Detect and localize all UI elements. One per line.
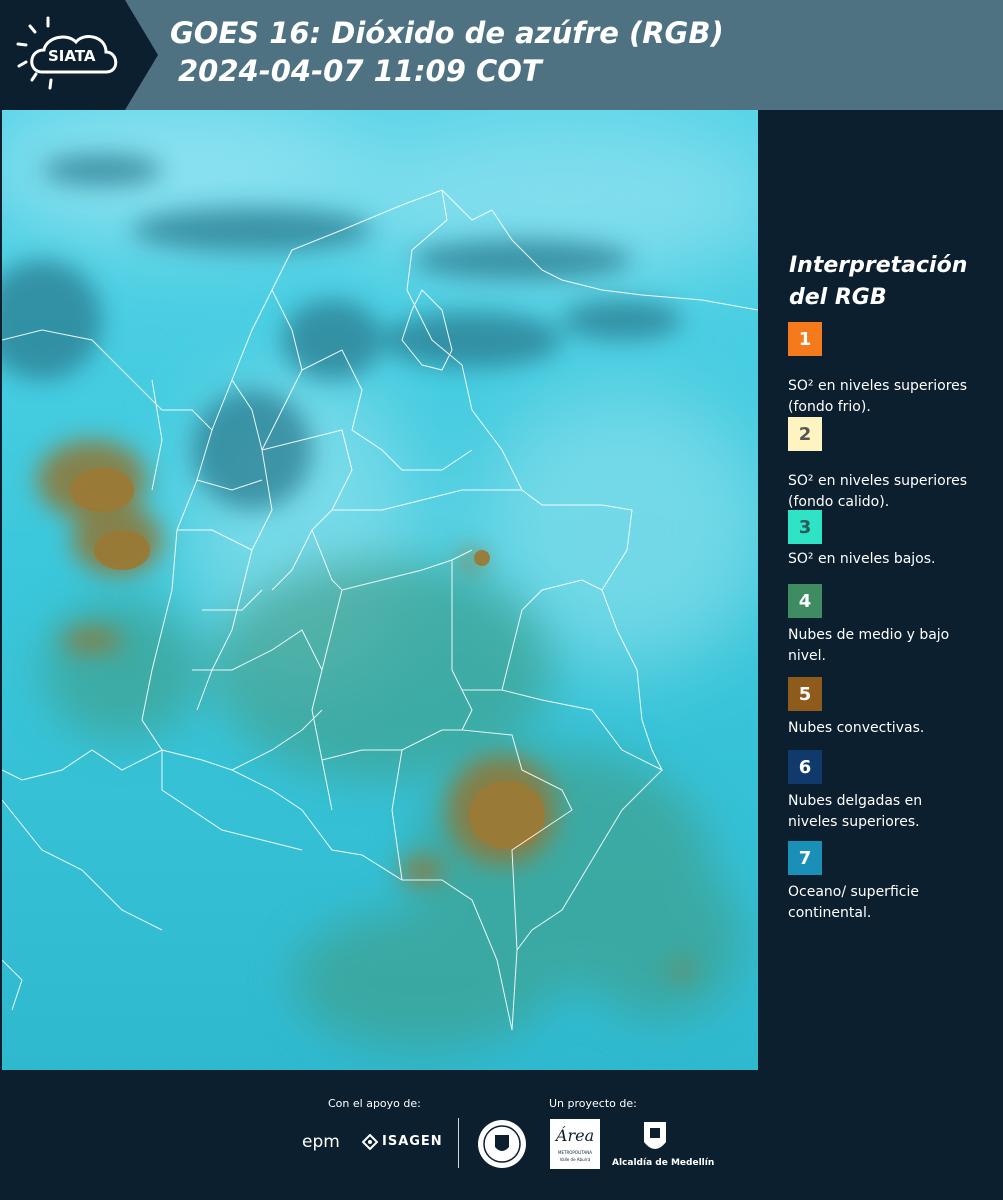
project-label: Un proyecto de: — [549, 1097, 637, 1110]
legend-swatch-3: 3 — [788, 510, 822, 544]
legend-item-1: 1 SO² en niveles superiores (fondo frio)… — [788, 322, 998, 418]
header-bar: SIATA GOES 16: Dióxido de azúfre (RGB) 2… — [0, 0, 1003, 110]
legend-text-3: SO² en niveles bajos. — [788, 551, 936, 567]
legend-text-6: Nubes delgadas en niveles superiores. — [788, 793, 923, 830]
satellite-rgb-map — [2, 110, 758, 1070]
alcaldia-label: Alcaldía de Medellín — [612, 1158, 715, 1168]
legend-item-2: 2 SO² en niveles superiores (fondo calid… — [788, 417, 998, 513]
alcaldia-shield-icon — [640, 1118, 670, 1158]
footer: Con el apoyo de: Un proyecto de: epm ISA… — [0, 1070, 1003, 1200]
legend-text-7: Oceano/ superficie continental. — [788, 884, 919, 921]
isagen-logo: ISAGEN — [382, 1134, 443, 1149]
area-metropolitana-logo: Área METROPOLITANA Valle de Aburrá — [550, 1119, 600, 1169]
legend-swatch-4: 4 — [788, 584, 822, 618]
legend-item-3: 3 SO² en niveles bajos. — [788, 510, 998, 570]
area-logo-sub2: Valle de Aburrá — [559, 1157, 591, 1162]
legend-swatch-5: 5 — [788, 677, 822, 711]
legend-text-2: SO² en niveles superiores (fondo calido)… — [788, 473, 968, 510]
legend-text-1: SO² en niveles superiores (fondo frio). — [788, 378, 968, 415]
support-label: Con el apoyo de: — [328, 1097, 421, 1110]
siata-logo-text: SIATA — [48, 47, 96, 65]
legend-title: Interpretación del RGB — [789, 253, 968, 310]
area-logo-sub1: METROPOLITANA — [558, 1150, 592, 1155]
footer-divider — [458, 1118, 459, 1168]
legend-swatch-1: 1 — [788, 322, 822, 356]
isagen-icon — [361, 1133, 379, 1151]
epm-logo: epm — [302, 1132, 340, 1152]
siata-logo: SIATA — [14, 14, 126, 94]
legend-text-4: Nubes de medio y bajo nivel. — [788, 627, 950, 664]
legend-item-6: 6 Nubes delgadas en niveles superiores. — [788, 750, 998, 833]
area-logo-main: Área — [555, 1126, 595, 1145]
legend-swatch-7: 7 — [788, 841, 822, 875]
legend-item-4: 4 Nubes de medio y bajo nivel. — [788, 584, 998, 667]
legend-item-5: 5 Nubes convectivas. — [788, 677, 998, 739]
legend-item-7: 7 Oceano/ superficie continental. — [788, 841, 998, 924]
legend-text-5: Nubes convectivas. — [788, 720, 925, 736]
page-subtitle-datetime: 2024-04-07 11:09 COT — [178, 54, 542, 88]
page-title: GOES 16: Dióxido de azúfre (RGB) — [170, 16, 724, 50]
legend-swatch-6: 6 — [788, 750, 822, 784]
rgb-legend-panel: Interpretación del RGB 1 SO² en niveles … — [760, 110, 1003, 1070]
medellin-seal-icon — [477, 1119, 527, 1169]
legend-swatch-2: 2 — [788, 417, 822, 451]
